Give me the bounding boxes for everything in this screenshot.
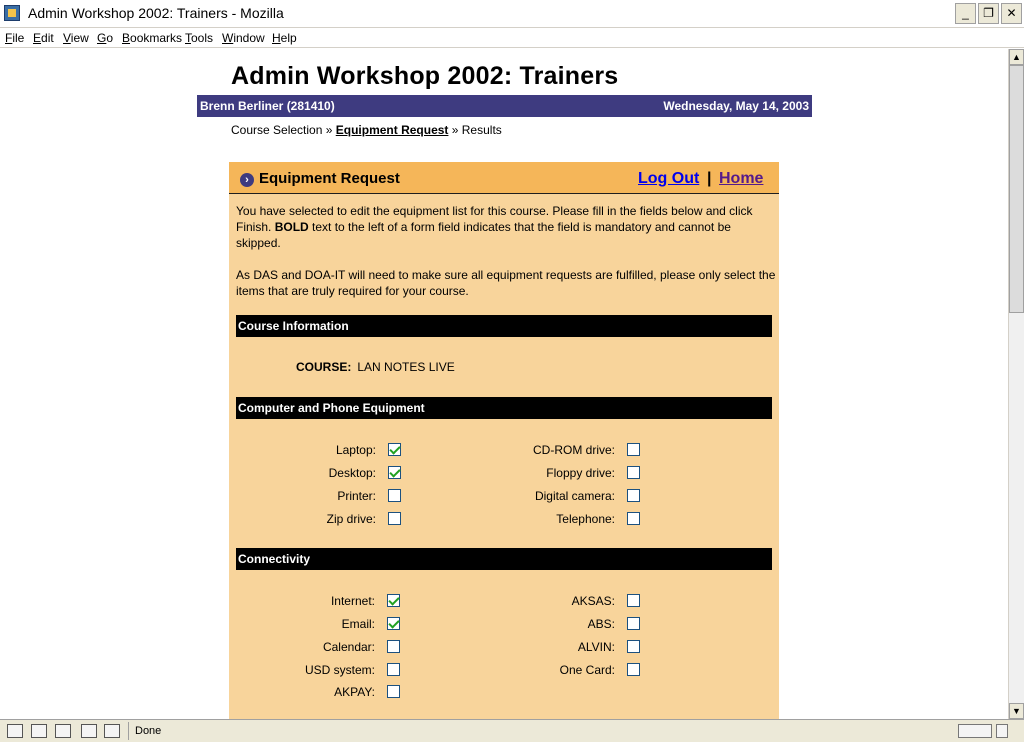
navigator-icon[interactable] xyxy=(7,724,23,738)
status-separator xyxy=(128,722,129,740)
course-row: COURSE: LAN NOTES LIVE xyxy=(296,360,455,374)
minimize-button[interactable]: _ xyxy=(955,3,976,24)
intro-text-part: text to the left of a form field indicat… xyxy=(236,220,731,250)
desktop-label: Desktop: xyxy=(328,466,376,480)
link-separator: | xyxy=(707,170,712,187)
maximize-button[interactable]: ❐ xyxy=(978,3,999,24)
scroll-thumb[interactable] xyxy=(1009,65,1024,313)
mail-icon[interactable] xyxy=(31,724,47,738)
breadcrumb: Course Selection » Equipment Request » R… xyxy=(231,123,502,137)
floppy-drive-label: Floppy drive: xyxy=(546,466,615,480)
one-card-checkbox[interactable] xyxy=(627,663,640,676)
section-course-information: Course Information xyxy=(236,315,772,337)
desktop-checkbox[interactable] xyxy=(388,466,401,479)
zip-drive-checkbox[interactable] xyxy=(388,512,401,525)
menu-view[interactable]: View xyxy=(63,31,89,45)
telephone-label: Telephone: xyxy=(556,512,615,526)
abs-checkbox[interactable] xyxy=(627,617,640,630)
alvin-label: ALVIN: xyxy=(577,640,615,654)
course-value: LAN NOTES LIVE xyxy=(357,360,455,374)
printer-checkbox[interactable] xyxy=(388,489,401,502)
status-bar: Done xyxy=(0,719,1024,742)
email-checkbox[interactable] xyxy=(387,617,400,630)
composer-icon[interactable] xyxy=(81,724,97,738)
section-computer-phone-equipment: Computer and Phone Equipment xyxy=(236,397,772,419)
user-bar: Brenn Berliner (281410) Wednesday, May 1… xyxy=(197,95,812,117)
vertical-scrollbar[interactable]: ▲ ▼ xyxy=(1008,49,1024,719)
breadcrumb-course-selection: Course Selection xyxy=(231,123,323,137)
menu-window[interactable]: Window xyxy=(222,31,265,45)
scroll-up-arrow-icon[interactable]: ▲ xyxy=(1009,49,1024,65)
panel-header: › Equipment Request Log Out | Home xyxy=(229,162,779,194)
internet-label: Internet: xyxy=(330,594,375,608)
usd-system-label: USD system: xyxy=(304,663,375,677)
laptop-label: Laptop: xyxy=(335,443,376,457)
close-button[interactable]: ✕ xyxy=(1001,3,1022,24)
chat-icon[interactable] xyxy=(55,724,71,738)
status-text: Done xyxy=(135,725,162,737)
scroll-down-arrow-icon[interactable]: ▼ xyxy=(1009,703,1024,719)
menu-file[interactable]: File xyxy=(5,31,24,45)
online-status-icon xyxy=(958,724,992,738)
calendar-checkbox[interactable] xyxy=(387,640,400,653)
aksas-checkbox[interactable] xyxy=(627,594,640,607)
mozilla-app-icon xyxy=(4,5,20,21)
abs-label: ABS: xyxy=(587,617,615,631)
breadcrumb-results: Results xyxy=(461,123,502,137)
telephone-checkbox[interactable] xyxy=(627,512,640,525)
circle-arrow-right-icon: › xyxy=(240,173,254,187)
window-titlebar: Admin Workshop 2002: Trainers - Mozilla … xyxy=(0,0,1024,28)
menu-edit[interactable]: Edit xyxy=(33,31,54,45)
current-date: Wednesday, May 14, 2003 xyxy=(663,99,809,113)
intro-bold-word: BOLD xyxy=(274,220,309,234)
internet-checkbox[interactable] xyxy=(387,594,400,607)
page-title: Admin Workshop 2002: Trainers xyxy=(231,62,619,90)
floppy-drive-checkbox[interactable] xyxy=(627,466,640,479)
breadcrumb-equipment-request: Equipment Request xyxy=(335,123,449,137)
breadcrumb-separator: » xyxy=(448,123,462,137)
intro-text: You have selected to edit the equipment … xyxy=(236,203,776,251)
course-label: COURSE: xyxy=(296,360,352,374)
one-card-label: One Card: xyxy=(559,663,615,677)
digital-camera-checkbox[interactable] xyxy=(627,489,640,502)
printer-label: Printer: xyxy=(337,489,376,503)
home-link[interactable]: Home xyxy=(719,170,763,188)
security-lock-icon[interactable] xyxy=(996,724,1008,738)
window-title: Admin Workshop 2002: Trainers - Mozilla xyxy=(28,5,284,21)
section-connectivity: Connectivity xyxy=(236,548,772,570)
menu-help[interactable]: Help xyxy=(272,31,297,45)
cd-rom-drive-checkbox[interactable] xyxy=(627,443,640,456)
zip-drive-label: Zip drive: xyxy=(326,512,376,526)
logout-link[interactable]: Log Out xyxy=(638,170,699,188)
user-name: Brenn Berliner (281410) xyxy=(200,99,335,113)
panel-title: Equipment Request xyxy=(259,170,400,187)
calendar-label: Calendar: xyxy=(322,640,375,654)
breadcrumb-separator: » xyxy=(322,123,336,137)
das-note-text: As DAS and DOA-IT will need to make sure… xyxy=(236,268,776,298)
email-label: Email: xyxy=(341,617,375,631)
address-book-icon[interactable] xyxy=(104,724,120,738)
usd-system-checkbox[interactable] xyxy=(387,663,400,676)
page-viewport: Admin Workshop 2002: Trainers Brenn Berl… xyxy=(0,49,1008,719)
cd-rom-drive-label: CD-ROM drive: xyxy=(532,443,615,457)
menu-bookmarks[interactable]: Bookmarks xyxy=(122,31,182,45)
aksas-label: AKSAS: xyxy=(571,594,615,608)
menu-go[interactable]: Go xyxy=(97,31,113,45)
laptop-checkbox[interactable] xyxy=(388,443,401,456)
equipment-request-panel: › Equipment Request Log Out | Home You h… xyxy=(229,162,779,719)
akpay-checkbox[interactable] xyxy=(387,685,400,698)
menu-bar: File Edit View Go Bookmarks Tools Window… xyxy=(0,28,1024,48)
digital-camera-label: Digital camera: xyxy=(534,489,615,503)
menu-tools[interactable]: Tools xyxy=(185,31,213,45)
akpay-label: AKPAY: xyxy=(334,685,375,699)
alvin-checkbox[interactable] xyxy=(627,640,640,653)
